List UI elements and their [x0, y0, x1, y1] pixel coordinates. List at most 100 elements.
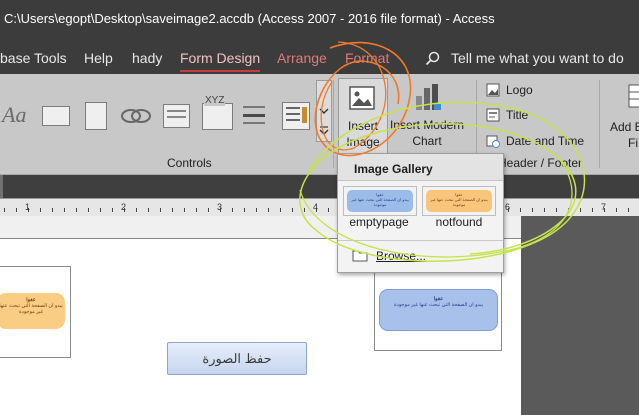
- group-divider: [599, 80, 600, 168]
- gallery-item-notfound-label: notfound: [435, 215, 483, 229]
- tab-help[interactable]: Help: [84, 50, 113, 66]
- tell-me-search[interactable]: Tell me what you want to do: [451, 50, 624, 66]
- ruler-tick: [616, 208, 617, 212]
- folder-icon: [352, 250, 368, 262]
- ruler-number: 6: [505, 202, 511, 212]
- hyperlink-control-icon[interactable]: [120, 104, 152, 128]
- option-group-label-glyph: XYZ: [204, 95, 226, 106]
- ruler-tick: [232, 208, 233, 212]
- ruler-tick: [112, 208, 113, 212]
- date-time-label: Date and Time: [506, 134, 585, 148]
- ruler-tick: [100, 208, 101, 212]
- ruler-tick: [580, 208, 581, 212]
- gallery-divider: [338, 240, 503, 241]
- ruler-tick: [40, 208, 41, 212]
- ruler-tick: [88, 208, 89, 212]
- ruler-tick: [208, 208, 209, 212]
- emptypage-bubble-title: عفوا: [433, 296, 444, 302]
- add-fields-label-2: Fi: [628, 136, 638, 150]
- title-bar: C:\Users\egopt\Desktop\saveimage2.accdb …: [0, 0, 639, 38]
- add-existing-fields-button[interactable]: Add E Fi: [606, 78, 639, 152]
- gallery-header: Image Gallery: [338, 154, 503, 181]
- fields-icon: [628, 84, 639, 108]
- ruler-tick: [196, 208, 197, 212]
- ruler-tick: [172, 208, 173, 212]
- chart-icon: [416, 84, 441, 110]
- combo-box-control-icon[interactable]: [282, 102, 310, 130]
- ruler-number: 4: [313, 202, 319, 212]
- form-header-strip: [0, 175, 639, 198]
- emptypage-thumbnail: عفوا يبدو ان الصفحة التي تبحث عنها غير م…: [347, 190, 413, 212]
- ruler-tick: [292, 208, 293, 212]
- ruler-tick: [628, 208, 629, 212]
- browse-label: Browse...: [376, 249, 427, 263]
- ruler-tick: [268, 208, 269, 212]
- notfound-thumb-text: يبدو ان الصفحة التي تبحث عنها غير موجودة: [430, 197, 488, 207]
- tab-form-design[interactable]: Form Design: [180, 50, 261, 72]
- logo-button[interactable]: Logo: [486, 82, 596, 100]
- controls-group-label: Controls: [167, 156, 212, 170]
- page-break-control-icon[interactable]: [243, 102, 265, 128]
- ruler-tick: [64, 208, 65, 212]
- insert-chart-label-2: Chart: [412, 134, 442, 148]
- header-footer-group-label: Header / Footer: [498, 156, 583, 170]
- ruler-tick: [328, 208, 329, 212]
- image-control-emptypage[interactable]: عفوا يبدو ان الصفحة التي تبحث عنها غير م…: [374, 266, 502, 351]
- tab-database-tools[interactable]: base Tools: [0, 50, 67, 66]
- calendar-clock-icon: [486, 135, 500, 148]
- tab-hady[interactable]: hady: [132, 50, 162, 66]
- button-control-icon[interactable]: [85, 102, 107, 130]
- ruler-tick: [52, 208, 53, 212]
- save-image-button[interactable]: حفظ الصورة: [167, 342, 307, 375]
- option-group-control-icon[interactable]: XYZ: [202, 95, 233, 130]
- ruler-tick: [136, 208, 137, 212]
- controls-gallery-scroll[interactable]: [316, 80, 332, 142]
- ruler-tick: [544, 208, 545, 212]
- ruler-tick: [16, 208, 17, 212]
- ruler-tick: [592, 208, 593, 212]
- ruler-number: 1: [25, 202, 31, 212]
- ruler-tick: [76, 208, 77, 212]
- emptypage-thumb-text: يبدو ان الصفحة التي تبحث عنها غير موجودة: [351, 197, 409, 207]
- canvas-outside-area: [521, 216, 639, 415]
- ruler-number: 3: [217, 202, 223, 212]
- logo-label: Logo: [506, 83, 533, 97]
- ribbon: Aa XYZ Controls Insert Image Insert Mode…: [0, 74, 639, 175]
- notfound-bubble-title: عفوا: [26, 297, 36, 303]
- title-button[interactable]: Title: [486, 107, 596, 125]
- title-label: Title: [506, 108, 529, 122]
- label-control-icon[interactable]: [42, 106, 70, 126]
- textbox-control-icon[interactable]: Aa: [2, 102, 26, 128]
- insert-chart-label-1: Insert Modern: [389, 118, 465, 132]
- ruler-tick: [184, 208, 185, 212]
- insert-modern-chart-button[interactable]: Insert Modern Chart: [388, 78, 466, 152]
- tab-arrange[interactable]: Arrange: [277, 50, 327, 66]
- notfound-bubble-text: يبدو ان الصفحة التي تبحث عنها غير موجودة: [0, 303, 63, 315]
- image-control-notfound[interactable]: عفوا يبدو ان الصفحة التي تبحث عنها غير م…: [0, 266, 71, 358]
- picture-icon: [349, 86, 375, 110]
- ruler-tick: [556, 208, 557, 212]
- date-time-button[interactable]: Date and Time: [486, 133, 606, 151]
- more-controls-icon: [319, 126, 329, 135]
- tab-format[interactable]: Format: [345, 50, 389, 66]
- insert-image-button[interactable]: Insert Image: [338, 78, 388, 154]
- gallery-item-emptypage[interactable]: عفوا يبدو ان الصفحة التي تبحث عنها غير م…: [343, 186, 417, 216]
- insert-image-label-1: Insert: [347, 119, 378, 133]
- web-browser-control-icon[interactable]: [163, 104, 190, 128]
- ruler-tick: [304, 208, 305, 212]
- ruler-tick: [244, 208, 245, 212]
- gallery-item-emptypage-label: emptypage: [349, 215, 409, 229]
- ruler-tick: [160, 208, 161, 212]
- gallery-item-notfound[interactable]: عفوا يبدو ان الصفحة التي تبحث عنها غير م…: [422, 186, 496, 216]
- notfound-thumbnail: عفوا يبدو ان الصفحة التي تبحث عنها غير م…: [426, 190, 492, 212]
- emptypage-bubble-text: يبدو ان الصفحة التي تبحث عنها غير موجودة: [393, 302, 484, 308]
- ruler-tick: [148, 208, 149, 212]
- gallery-title: Image Gallery: [354, 162, 433, 176]
- ruler-tick: [532, 208, 533, 212]
- browse-button[interactable]: Browse...: [342, 246, 498, 266]
- ruler-tick: [568, 208, 569, 212]
- search-icon: [425, 51, 440, 66]
- ruler-tick: [520, 208, 521, 212]
- ruler-tick: [280, 208, 281, 212]
- emptypage-bubble-image: عفوا يبدو ان الصفحة التي تبحث عنها غير م…: [379, 289, 498, 331]
